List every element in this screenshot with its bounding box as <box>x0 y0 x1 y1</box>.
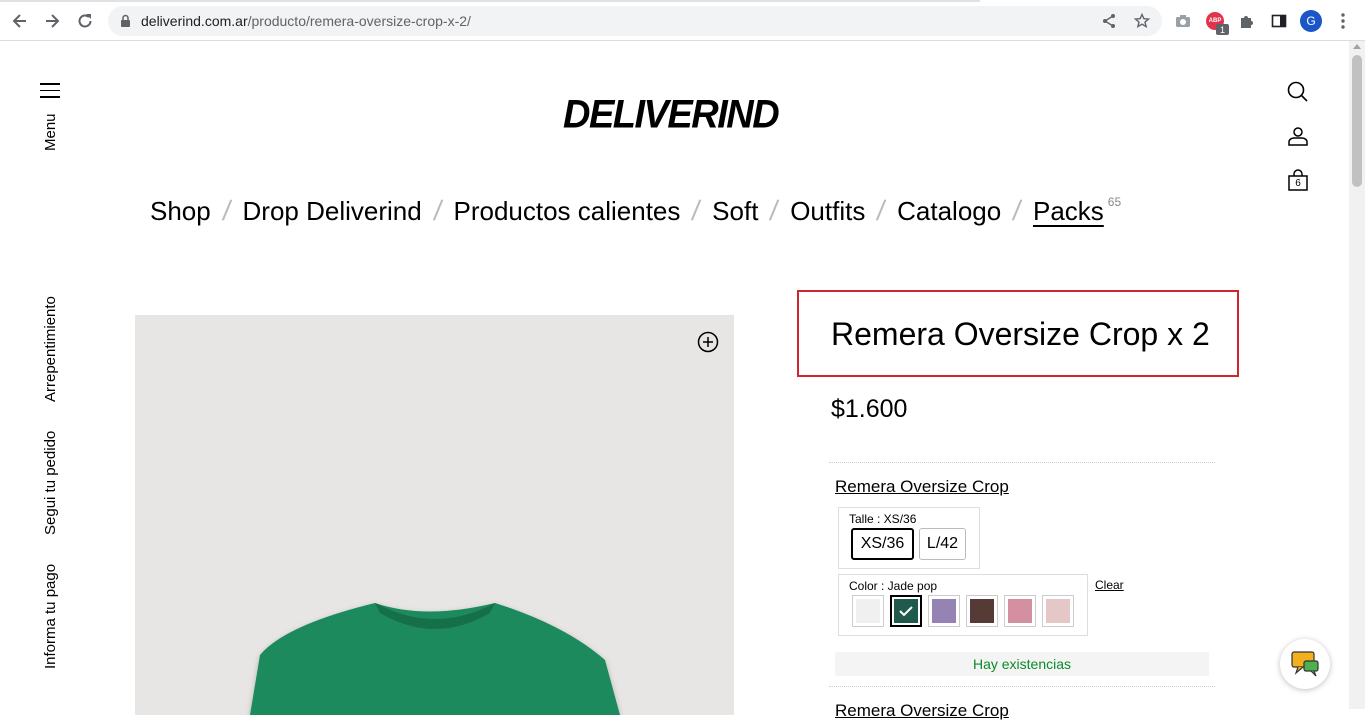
profile-initial: G <box>1306 14 1316 28</box>
color-selector: Color : Jade pop <box>838 574 1088 636</box>
extensions-button[interactable] <box>1237 11 1257 31</box>
nav-separator: / <box>431 195 444 226</box>
nav-item-outfits[interactable]: Outfits <box>790 196 865 227</box>
hamburger-menu-button[interactable] <box>40 83 62 99</box>
chat-bubble-icon <box>1291 651 1319 677</box>
size-option-l42[interactable]: L/42 <box>919 528 966 560</box>
size-label: Talle : XS/36 <box>849 512 917 526</box>
color-swatch[interactable] <box>1042 595 1074 627</box>
nav-item-packs[interactable]: Packs <box>1033 196 1104 227</box>
camera-extension[interactable] <box>1173 11 1193 31</box>
clear-selection-link[interactable]: Clear <box>1095 578 1124 592</box>
share-icon[interactable] <box>1101 13 1117 29</box>
color-swatch[interactable] <box>966 595 998 627</box>
sidebar-link-segui-tu-pedido[interactable]: Segui tu pedido <box>42 431 59 535</box>
cart-button[interactable]: 6 <box>1286 169 1310 193</box>
color-label: Color : Jade pop <box>849 579 938 593</box>
side-panel-button[interactable] <box>1269 11 1289 31</box>
nav-item-drop-deliverind[interactable]: Drop Deliverind <box>243 196 422 227</box>
product-title: Remera Oversize Crop x 2 <box>831 316 1210 352</box>
kebab-menu-icon <box>1341 13 1345 29</box>
nav-item-catalogo[interactable]: Catalogo <box>897 196 1001 227</box>
profile-avatar[interactable]: G <box>1300 10 1322 32</box>
lock-icon <box>121 14 130 27</box>
nav-item-shop[interactable]: Shop <box>150 196 211 227</box>
reload-icon <box>78 14 92 28</box>
cart-count: 6 <box>1295 178 1301 189</box>
nav-separator: / <box>220 195 233 226</box>
menu-label[interactable]: Menu <box>42 113 59 151</box>
scroll-up-arrow[interactable] <box>1353 44 1361 49</box>
bookmark-star-icon[interactable] <box>1134 13 1150 29</box>
size-selector: Talle : XS/36 XS/36 L/42 <box>838 507 980 569</box>
arrow-left-icon <box>12 14 26 28</box>
nav-item-soft[interactable]: Soft <box>712 196 758 227</box>
url-text: deliverind.com.ar/producto/remera-oversi… <box>141 13 471 29</box>
back-button[interactable] <box>9 10 31 32</box>
page-content: Menu Arrepentimiento Segui tu pedido Inf… <box>0 41 1349 720</box>
color-swatch-fill <box>1008 599 1032 623</box>
color-swatch-fill <box>932 599 956 623</box>
nav-item-productos-calientes[interactable]: Productos calientes <box>453 196 680 227</box>
nav-separator: / <box>768 195 781 226</box>
product-image[interactable] <box>135 315 734 715</box>
tab-strip <box>0 0 980 2</box>
color-swatch[interactable] <box>928 595 960 627</box>
address-bar[interactable]: deliverind.com.ar/producto/remera-oversi… <box>108 6 1162 36</box>
browser-toolbar: deliverind.com.ar/producto/remera-oversi… <box>0 0 1365 41</box>
color-swatch-fill <box>856 599 880 623</box>
main-navigation: Shop / Drop Deliverind / Productos calie… <box>150 195 1121 227</box>
forward-button[interactable] <box>41 10 63 32</box>
user-account-icon[interactable] <box>1286 124 1310 148</box>
url-domain: deliverind.com.ar <box>141 13 248 29</box>
chat-button[interactable] <box>1280 639 1330 689</box>
puzzle-icon <box>1241 16 1253 28</box>
color-swatch[interactable] <box>890 595 922 627</box>
divider <box>829 462 1215 463</box>
color-swatch[interactable] <box>1004 595 1036 627</box>
bundle-item-link-2[interactable]: Remera Oversize Crop <box>835 701 1009 721</box>
bundle-item-link[interactable]: Remera Oversize Crop <box>835 477 1009 497</box>
stock-status: Hay existencias <box>835 652 1209 676</box>
url-path: /producto/remera-oversize-crop-x-2/ <box>247 13 471 29</box>
nav-separator: / <box>875 195 888 226</box>
divider <box>829 686 1215 687</box>
color-swatch[interactable] <box>852 595 884 627</box>
color-swatch-fill <box>894 599 918 623</box>
size-option-xs36[interactable]: XS/36 <box>851 528 914 560</box>
side-panel-icon <box>1271 14 1287 28</box>
reload-button[interactable] <box>74 10 96 32</box>
nav-separator: / <box>690 195 703 226</box>
site-logo[interactable]: DELIVERIND <box>563 93 780 138</box>
product-price: $1.600 <box>831 395 908 423</box>
packs-count-badge: 65 <box>1107 195 1122 209</box>
page-scrollbar[interactable] <box>1349 41 1365 709</box>
sidebar-link-arrepentimiento[interactable]: Arrepentimiento <box>42 296 59 402</box>
browser-menu-button[interactable] <box>1333 11 1353 31</box>
search-icon[interactable] <box>1286 80 1310 104</box>
hamburger-line <box>40 96 60 98</box>
shirt-image <box>250 603 620 715</box>
color-swatch-fill <box>970 599 994 623</box>
nav-separator: / <box>1011 195 1024 226</box>
checkmark-icon <box>899 606 913 617</box>
hamburger-line <box>40 83 60 85</box>
adblock-count-badge: 1 <box>1216 24 1229 35</box>
scrollbar-thumb[interactable] <box>1352 55 1362 187</box>
arrow-right-icon <box>46 14 60 28</box>
camera-icon <box>1176 15 1190 27</box>
color-swatch-fill <box>1046 599 1070 623</box>
hamburger-line <box>40 89 60 91</box>
sidebar-link-informa-tu-pago[interactable]: Informa tu pago <box>42 564 59 669</box>
